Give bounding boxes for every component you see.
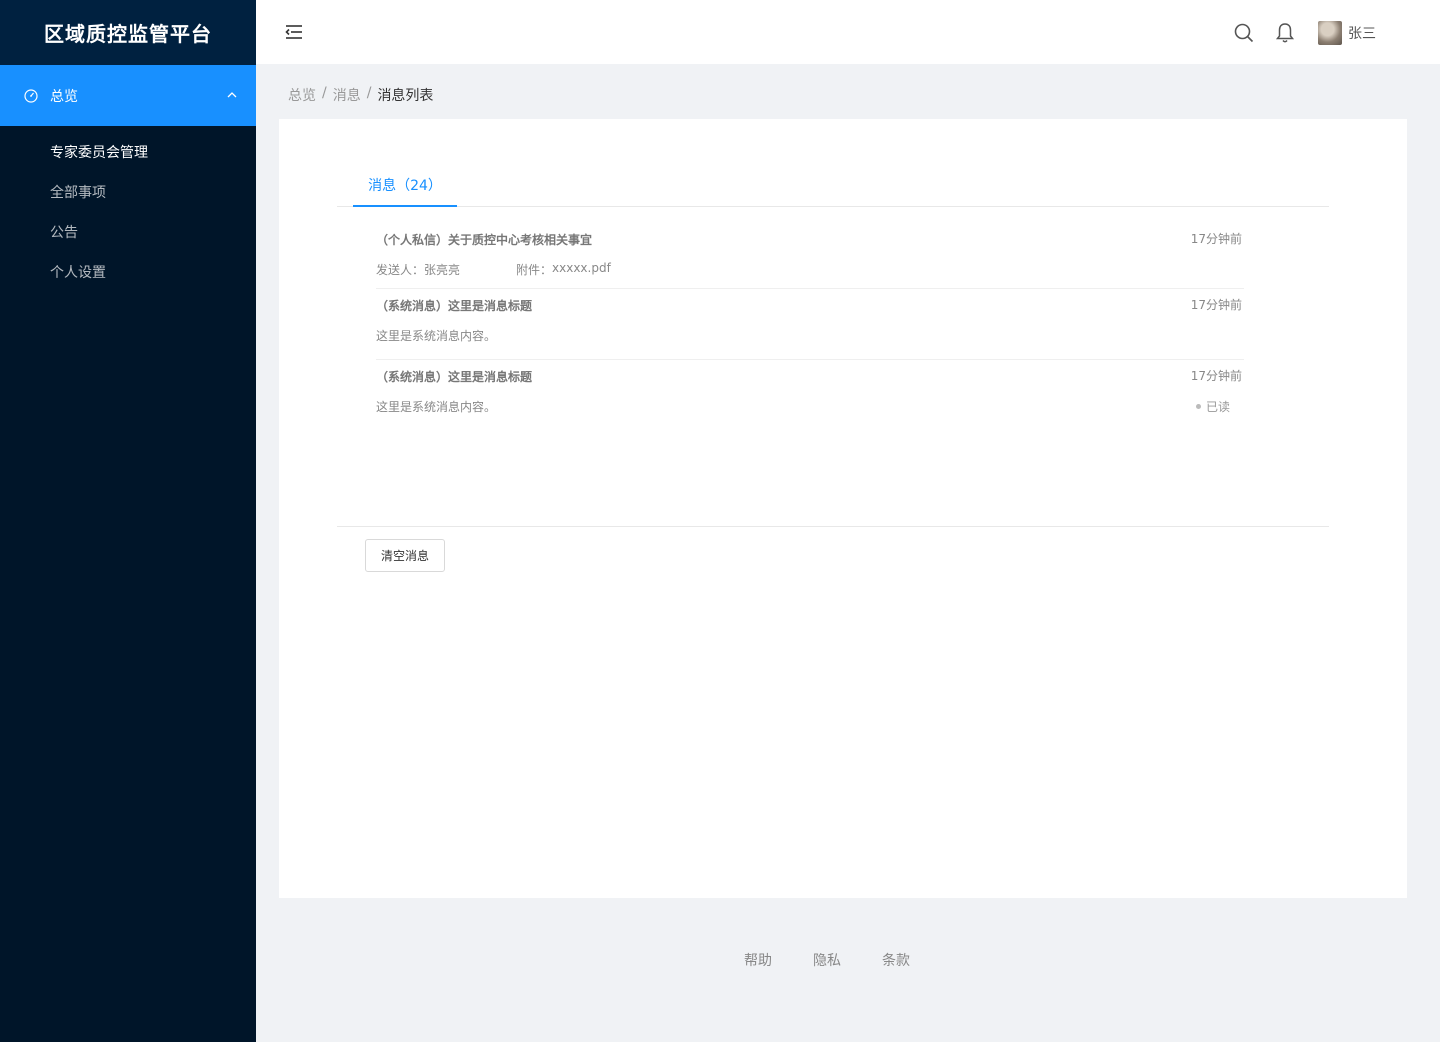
bell-icon[interactable] <box>1275 22 1295 44</box>
footer-link-terms[interactable]: 条款 <box>882 950 910 970</box>
attachment-label: 附件： <box>516 263 553 277</box>
attachment-link[interactable]: xxxxx.pdf <box>552 261 611 278</box>
user-name: 张三 <box>1348 26 1376 42</box>
search-icon[interactable] <box>1234 23 1254 43</box>
avatar <box>1318 21 1342 45</box>
footer-link-privacy[interactable]: 隐私 <box>813 950 841 970</box>
sidebar-item-personal-settings[interactable]: 个人设置 <box>0 252 256 292</box>
breadcrumb-overview[interactable]: 总览 <box>288 85 316 105</box>
chevron-up-icon <box>227 92 237 98</box>
list-item[interactable]: （系统消息）这里是消息标题 17分钟前 这里是系统消息内容。 已读 <box>376 360 1244 431</box>
sidebar-item-expert-committee[interactable]: 专家委员会管理 <box>0 132 256 172</box>
tab-bar: 消息（24） <box>337 169 1329 207</box>
message-sender: 发送人：张亮亮 <box>376 263 461 277</box>
message-meta: 发送人：张亮亮 附件： xxxxx.pdf <box>376 261 611 278</box>
message-time: 17分钟前 <box>1190 298 1242 312</box>
message-card: 消息（24） （个人私信）关于质控中心考核相关事宜 17分钟前 发送人：张亮亮 … <box>279 119 1407 898</box>
message-title[interactable]: （个人私信）关于质控中心考核相关事宜 <box>376 231 592 248</box>
clear-messages-button[interactable]: 清空消息 <box>365 539 445 572</box>
message-content: 这里是系统消息内容。 <box>376 329 497 343</box>
footer: 帮助 隐私 条款 <box>744 950 910 970</box>
status-dot-icon <box>1195 404 1201 409</box>
message-time: 17分钟前 <box>1190 369 1242 383</box>
read-status: 已读 <box>1195 398 1230 415</box>
message-title[interactable]: （系统消息）这里是消息标题 <box>376 368 532 385</box>
breadcrumb-separator: / <box>322 85 327 101</box>
tab-messages[interactable]: 消息（24） <box>353 169 457 207</box>
menu-fold-icon[interactable] <box>284 22 304 42</box>
breadcrumb-messages[interactable]: 消息 <box>333 85 361 105</box>
breadcrumb-current: 消息列表 <box>377 88 434 104</box>
footer-link-help[interactable]: 帮助 <box>744 950 772 970</box>
breadcrumb-separator: / <box>366 85 372 101</box>
read-status-label: 已读 <box>1205 400 1230 414</box>
message-title[interactable]: （系统消息）这里是消息标题 <box>376 297 532 314</box>
top-header: 张三 <box>256 0 1440 64</box>
breadcrumb: 总览 / 消息 / 消息列表 <box>288 85 433 105</box>
divider <box>337 526 1329 527</box>
message-list: （个人私信）关于质控中心考核相关事宜 17分钟前 发送人：张亮亮 附件： xxx… <box>376 223 1244 431</box>
sidebar-submenu: 专家委员会管理 全部事项 公告 个人设置 <box>0 126 256 292</box>
app-title: 区域质控监管平台 <box>0 0 256 65</box>
message-content: 这里是系统消息内容。 <box>376 400 497 414</box>
message-time: 17分钟前 <box>1190 232 1242 246</box>
sidebar-group-label: 总览 <box>50 88 78 105</box>
sidebar: 区域质控监管平台 总览 专家委员会管理 全部事项 公告 个人设置 <box>0 0 256 1042</box>
user-menu[interactable]: 张三 <box>1318 21 1376 45</box>
sidebar-item-announcements[interactable]: 公告 <box>0 212 256 252</box>
list-item[interactable]: （系统消息）这里是消息标题 17分钟前 这里是系统消息内容。 <box>376 289 1244 360</box>
dashboard-icon <box>24 88 38 103</box>
sidebar-item-all-matters[interactable]: 全部事项 <box>0 172 256 212</box>
list-item[interactable]: （个人私信）关于质控中心考核相关事宜 17分钟前 发送人：张亮亮 附件： xxx… <box>376 223 1244 289</box>
sidebar-group-overview[interactable]: 总览 <box>0 65 256 126</box>
